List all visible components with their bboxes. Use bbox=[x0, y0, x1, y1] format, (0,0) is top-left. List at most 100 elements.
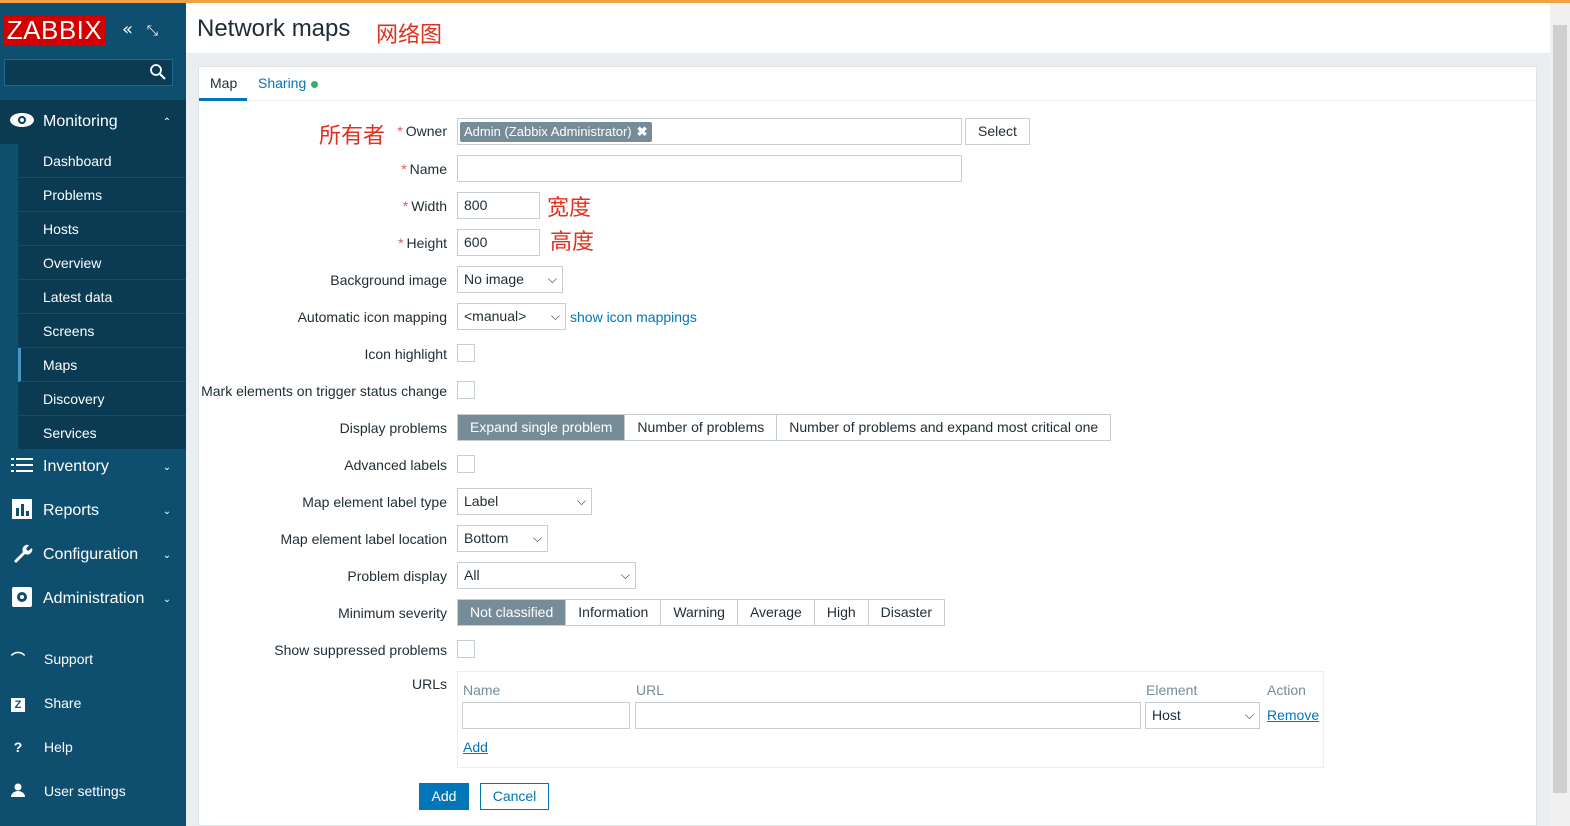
background-image-label: Background image bbox=[330, 272, 447, 288]
url-element-value: Host bbox=[1152, 707, 1181, 723]
show-suppressed-label: Show suppressed problems bbox=[274, 642, 447, 658]
icon-highlight-row: Icon highlight bbox=[199, 340, 1538, 368]
urls-header-name: Name bbox=[463, 682, 501, 698]
severity-warning[interactable]: Warning bbox=[661, 600, 738, 625]
cancel-button[interactable]: Cancel bbox=[480, 783, 549, 810]
menu-configuration[interactable]: Configuration ⌄ bbox=[0, 533, 186, 577]
scrollbar-thumb[interactable] bbox=[1553, 25, 1567, 793]
menu-help-label: Help bbox=[44, 739, 73, 755]
url-element-select[interactable]: Host ⌵ bbox=[1145, 702, 1260, 729]
vertical-scrollbar[interactable] bbox=[1550, 3, 1570, 826]
submenu-item-overview[interactable]: Overview bbox=[18, 246, 186, 280]
width-row: * Width 800 宽度 bbox=[199, 192, 1538, 221]
width-label: * Width bbox=[403, 198, 447, 214]
height-row: * Height 600 高度 bbox=[199, 229, 1538, 257]
height-annotation: 高度 bbox=[550, 230, 595, 255]
zabbix-logo[interactable]: ZABBIX bbox=[4, 15, 105, 46]
icon-mapping-select[interactable]: <manual> ⌵ bbox=[457, 303, 566, 330]
menu-user-settings[interactable]: User settings bbox=[0, 771, 186, 811]
mark-elements-checkbox[interactable] bbox=[457, 381, 475, 399]
url-remove-link[interactable]: Remove bbox=[1267, 707, 1319, 723]
height-input[interactable]: 600 bbox=[457, 229, 540, 256]
menu-help[interactable]: ? Help bbox=[0, 727, 186, 767]
submenu-item-problems[interactable]: Problems bbox=[18, 178, 186, 212]
advanced-labels-row: Advanced labels bbox=[199, 451, 1538, 479]
menu-monitoring-label: Monitoring bbox=[43, 113, 118, 130]
tab-map[interactable]: Map bbox=[210, 75, 237, 91]
collapse-sidebar-icon[interactable]: « bbox=[122, 19, 133, 40]
menu-support[interactable]: ⌒ Support bbox=[0, 639, 186, 679]
display-problems-option-expand-single[interactable]: Expand single problem bbox=[458, 415, 626, 440]
label-location-label: Map element label location bbox=[280, 531, 447, 547]
severity-disaster[interactable]: Disaster bbox=[868, 600, 944, 625]
url-input[interactable] bbox=[635, 702, 1141, 729]
owner-tag-text: Admin (Zabbix Administrator) bbox=[464, 124, 632, 139]
add-button[interactable]: Add bbox=[419, 783, 469, 810]
sidebar: ZABBIX « ⤡ Monitoring ⌃ Dashboard Proble… bbox=[0, 3, 186, 826]
active-tab-indicator bbox=[199, 98, 247, 101]
submenu-item-discovery[interactable]: Discovery bbox=[18, 382, 186, 416]
min-severity-toggle: Not classified Information Warning Avera… bbox=[457, 599, 945, 626]
tab-sharing-label: Sharing bbox=[258, 75, 307, 91]
severity-not-classified[interactable]: Not classified bbox=[458, 600, 567, 625]
icon-mapping-label: Automatic icon mapping bbox=[297, 309, 447, 325]
show-suppressed-checkbox[interactable] bbox=[457, 640, 475, 658]
show-icon-mappings-link[interactable]: show icon mappings bbox=[570, 309, 697, 325]
background-image-select[interactable]: No image ⌵ bbox=[457, 266, 563, 293]
menu-administration[interactable]: Administration ⌄ bbox=[0, 577, 186, 621]
menu-inventory[interactable]: Inventory ⌄ bbox=[0, 445, 186, 489]
height-label-text: Height bbox=[406, 235, 447, 251]
owner-multiselect[interactable]: Admin (Zabbix Administrator) ✖ bbox=[457, 118, 962, 145]
severity-average[interactable]: Average bbox=[737, 600, 815, 625]
page-title: Network maps bbox=[197, 15, 351, 42]
kiosk-mode-icon[interactable]: ⤡ bbox=[147, 23, 158, 39]
url-name-input[interactable] bbox=[462, 702, 630, 729]
display-problems-toggle: Expand single problem Number of problems… bbox=[457, 414, 1112, 441]
display-problems-row: Display problems Expand single problem N… bbox=[199, 414, 1538, 442]
search-input[interactable] bbox=[4, 59, 173, 86]
min-severity-row: Minimum severity Not classified Informat… bbox=[199, 599, 1538, 627]
monitoring-submenu: Dashboard Problems Hosts Overview Latest… bbox=[18, 144, 186, 450]
submenu-item-dashboard[interactable]: Dashboard bbox=[18, 144, 186, 178]
url-add-link[interactable]: Add bbox=[463, 739, 488, 755]
headset-icon: ⌒ bbox=[11, 651, 25, 667]
display-problems-option-number[interactable]: Number of problems bbox=[625, 415, 778, 440]
chevron-down-icon: ⌵ bbox=[550, 309, 560, 323]
submenu-item-hosts[interactable]: Hosts bbox=[18, 212, 186, 246]
menu-support-label: Support bbox=[44, 651, 94, 667]
chevron-down-icon: ⌵ bbox=[532, 531, 542, 545]
title-annotation: 网络图 bbox=[376, 23, 443, 48]
label-type-select[interactable]: Label ⌵ bbox=[457, 488, 592, 515]
advanced-labels-label: Advanced labels bbox=[344, 457, 447, 473]
severity-high[interactable]: High bbox=[814, 600, 869, 625]
display-problems-option-number-expand[interactable]: Number of problems and expand most criti… bbox=[777, 415, 1111, 440]
label-location-select[interactable]: Bottom ⌵ bbox=[457, 525, 548, 552]
label-type-value: Label bbox=[464, 493, 499, 509]
severity-information[interactable]: Information bbox=[566, 600, 662, 625]
background-image-value: No image bbox=[464, 271, 524, 287]
problem-display-select[interactable]: All ⌵ bbox=[457, 562, 636, 589]
mark-elements-label: Mark elements on trigger status change bbox=[201, 383, 447, 399]
required-marker: * bbox=[398, 235, 404, 251]
submenu-item-latest-data[interactable]: Latest data bbox=[18, 280, 186, 314]
width-input[interactable]: 800 bbox=[457, 192, 540, 219]
page-header: Network maps 网络图 bbox=[186, 3, 1550, 53]
menu-administration-label: Administration bbox=[43, 590, 145, 607]
owner-tag: Admin (Zabbix Administrator) ✖ bbox=[460, 122, 652, 142]
search-icon[interactable] bbox=[149, 63, 166, 84]
chevron-down-icon: ⌄ bbox=[162, 549, 172, 561]
submenu-item-screens[interactable]: Screens bbox=[18, 314, 186, 348]
owner-select-button[interactable]: Select bbox=[965, 118, 1030, 145]
name-input[interactable] bbox=[457, 155, 962, 182]
menu-share[interactable]: Z Share bbox=[0, 683, 186, 723]
menu-monitoring[interactable]: Monitoring ⌃ bbox=[0, 100, 186, 144]
owner-label-text: Owner bbox=[405, 123, 447, 139]
submenu-item-maps[interactable]: Maps bbox=[18, 348, 186, 382]
name-label-text: Name bbox=[409, 161, 447, 177]
tab-sharing[interactable]: Sharing bbox=[258, 75, 319, 91]
advanced-labels-checkbox[interactable] bbox=[457, 455, 475, 473]
icon-highlight-checkbox[interactable] bbox=[457, 344, 475, 362]
menu-reports[interactable]: Reports ⌄ bbox=[0, 489, 186, 533]
width-label-text: Width bbox=[411, 198, 447, 214]
remove-tag-icon[interactable]: ✖ bbox=[637, 124, 648, 139]
